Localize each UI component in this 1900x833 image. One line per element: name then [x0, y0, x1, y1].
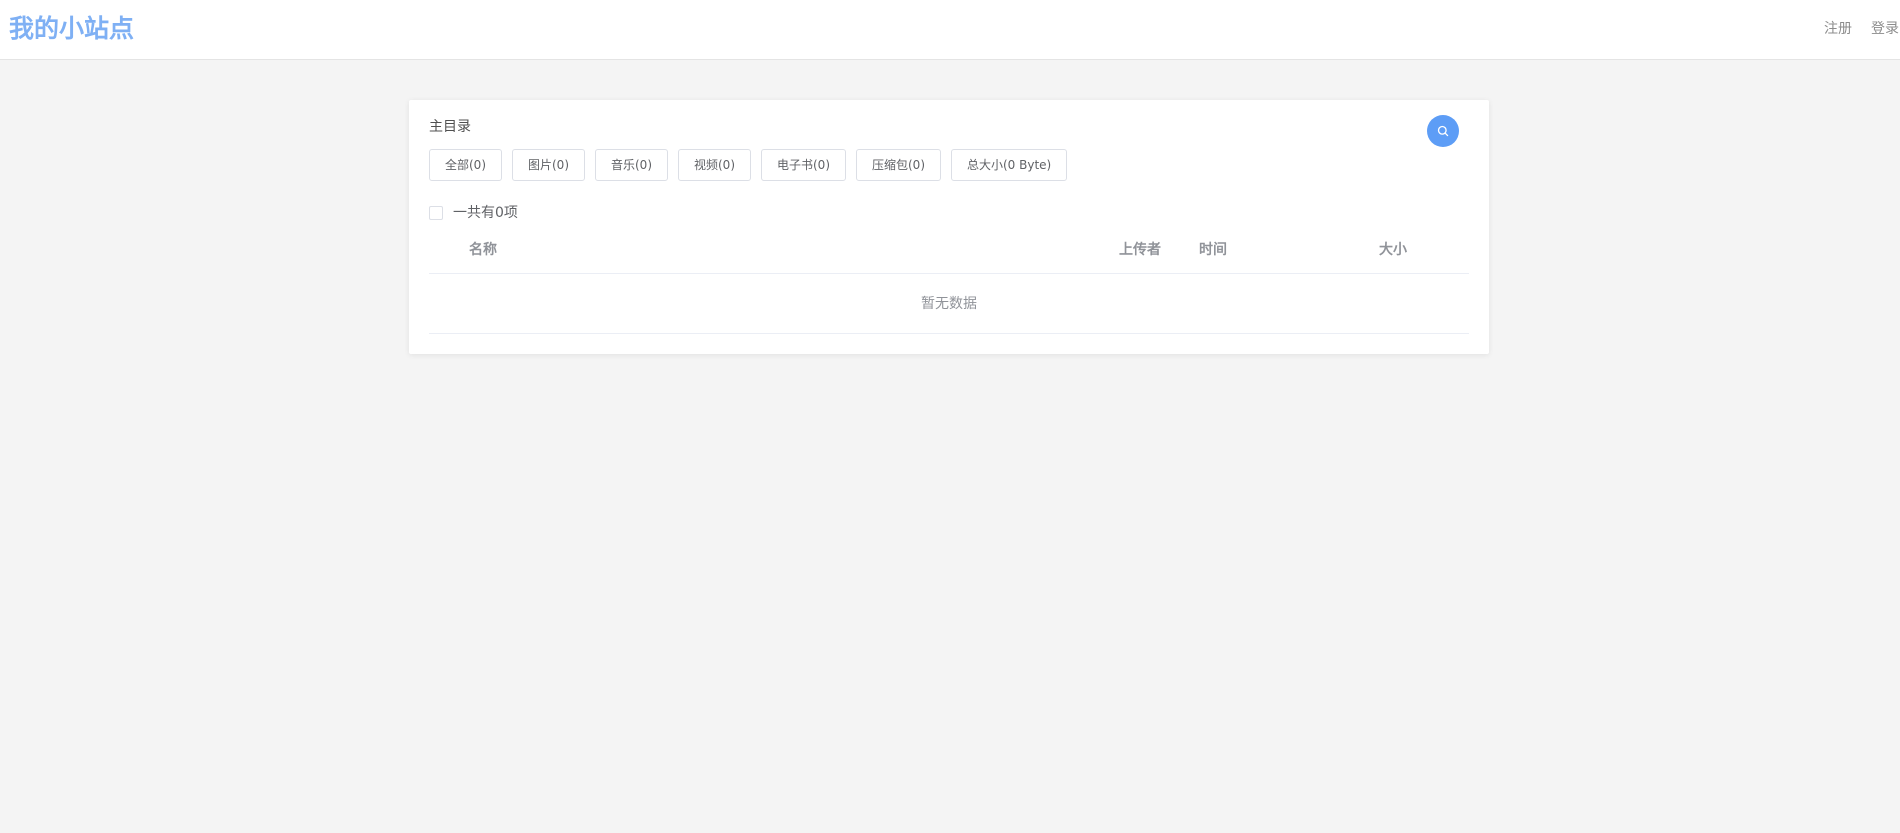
search-button[interactable]: [1427, 115, 1459, 147]
filter-images-button[interactable]: 图片(0): [512, 149, 585, 181]
filter-music-button[interactable]: 音乐(0): [595, 149, 668, 181]
total-size-button[interactable]: 总大小(0 Byte): [951, 149, 1068, 181]
search-icon: [1437, 125, 1449, 137]
login-link[interactable]: 登录: [1871, 19, 1899, 39]
filter-all-button[interactable]: 全部(0): [429, 149, 502, 181]
item-count-label: 一共有0项: [453, 205, 518, 221]
column-header-time[interactable]: 时间: [1199, 240, 1227, 260]
directory-title: 主目录: [429, 119, 471, 135]
filter-video-button[interactable]: 视频(0): [678, 149, 751, 181]
filter-ebook-button[interactable]: 电子书(0): [761, 149, 846, 181]
select-all-row: 一共有0项: [429, 203, 518, 223]
column-header-name[interactable]: 名称: [469, 240, 497, 260]
column-header-uploader[interactable]: 上传者: [1119, 240, 1161, 260]
select-all-checkbox[interactable]: [429, 206, 443, 220]
auth-nav: 注册 登录: [1824, 19, 1900, 39]
top-navbar: 我的小站点 注册 登录: [0, 0, 1900, 60]
column-header-size[interactable]: 大小: [1379, 240, 1407, 260]
site-logo[interactable]: 我的小站点: [9, 12, 134, 46]
register-link[interactable]: 注册: [1824, 19, 1852, 39]
filter-archive-button[interactable]: 压缩包(0): [856, 149, 941, 181]
category-filters: 全部(0) 图片(0) 音乐(0) 视频(0) 电子书(0) 压缩包(0) 总大…: [429, 149, 1077, 181]
table-header: 名称 上传者 时间 大小: [429, 240, 1469, 274]
empty-state-text: 暂无数据: [429, 274, 1469, 334]
file-list-card: 主目录 全部(0) 图片(0) 音乐(0) 视频(0) 电子书(0) 压缩包(0…: [409, 100, 1489, 354]
